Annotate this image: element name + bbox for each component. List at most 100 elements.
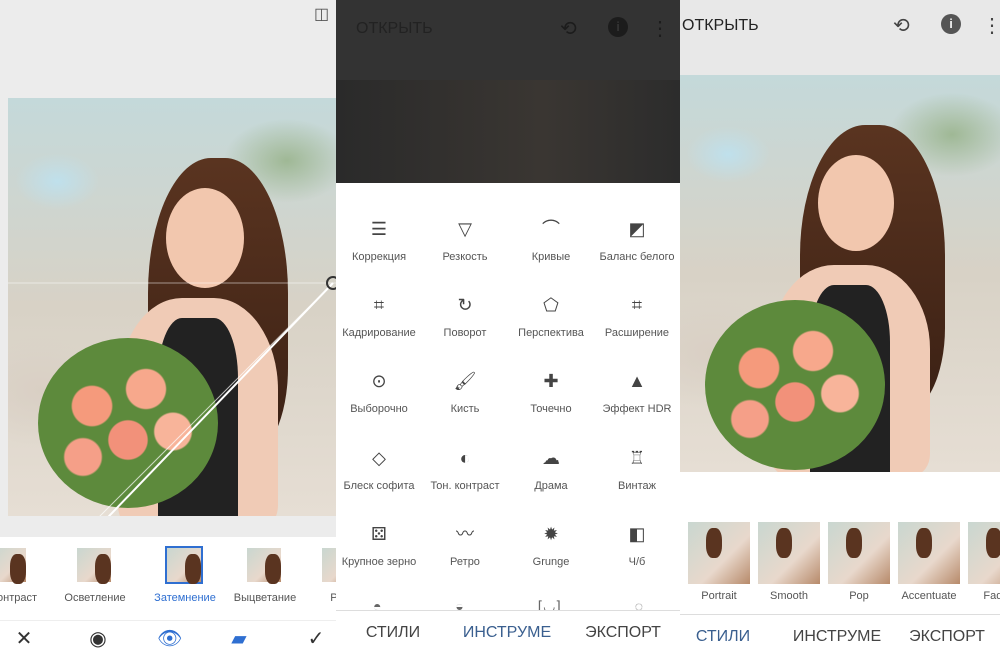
filter-label[interactable]: Затемнение: [145, 592, 225, 604]
white-balance-icon: ◩: [628, 219, 646, 239]
tool-tonal-contrast[interactable]: ◐ Тон. контраст: [422, 446, 508, 493]
style-label[interactable]: Pop: [819, 590, 899, 602]
style-label[interactable]: Accentuate: [889, 590, 969, 602]
tool-label: Ретро: [450, 556, 480, 568]
expand-icon: ⌗: [631, 295, 643, 315]
tool-crop[interactable]: ⌗ Кадрирование: [336, 293, 422, 340]
tool-label: Тон. контраст: [430, 480, 500, 492]
filter-label[interactable]: Выцветание: [225, 592, 305, 604]
tool-label: Винтаж: [618, 480, 656, 492]
filter-label[interactable]: P01: [300, 592, 336, 604]
more-icon[interactable]: ⋮: [982, 13, 1000, 38]
open-button[interactable]: ОТКРЫТЬ: [682, 17, 759, 35]
style-thumbnail[interactable]: [968, 522, 1000, 584]
more-icon[interactable]: ⋮: [650, 16, 670, 41]
styles-icon[interactable]: ▰: [227, 626, 251, 651]
close-icon[interactable]: ✕: [12, 626, 36, 651]
curves-icon: ⌒: [542, 219, 560, 239]
tool-label: Баланс белого: [599, 251, 675, 263]
tool-cloud[interactable]: ☁ Драма: [508, 446, 594, 493]
tool-label: Ч/б: [628, 556, 646, 568]
tool-mountains[interactable]: ▲ Эффект HDR: [594, 369, 680, 416]
grunge-icon: ✹: [543, 524, 559, 544]
photo-preview-dimmed: [336, 80, 680, 183]
style-label[interactable]: Faded: [959, 590, 1000, 602]
tool-label: Расширение: [604, 327, 670, 339]
tool-label: Перспектива: [518, 327, 584, 339]
tool-triangle[interactable]: ▽ Резкость: [422, 217, 508, 264]
tool-label: Резкость: [442, 251, 488, 263]
tool-mustache[interactable]: 〰 Ретро: [422, 522, 508, 569]
diamond-icon: ◇: [372, 448, 386, 468]
style-thumbnail[interactable]: [828, 522, 890, 584]
tab-2[interactable]: ЭКСПОРТ: [568, 624, 678, 642]
tool-perspective[interactable]: ⬠ Перспектива: [508, 293, 594, 340]
tool-tune[interactable]: ☰ Коррекция: [336, 217, 422, 264]
photo-preview: [8, 98, 336, 516]
filter-thumbnail[interactable]: [322, 548, 336, 582]
tool-lamp[interactable]: ♖ Винтаж: [594, 446, 680, 493]
tool-diamond[interactable]: ◇ Блеск софита: [336, 446, 422, 493]
tools-panel: ОТКРЫТЬ ⟲ i ⋮ ☰ Коррекция ▽ Резкость ⌒ Кривые…: [336, 0, 680, 657]
perspective-icon: ⬠: [543, 295, 559, 315]
tab-0[interactable]: СТИЛИ: [680, 628, 778, 646]
grain-icon: ⚄: [371, 524, 387, 544]
layers-undo-icon[interactable]: ⟲: [560, 16, 577, 41]
photo-preview: [680, 75, 1000, 472]
info-icon[interactable]: i: [608, 17, 628, 37]
tool-expand[interactable]: ⌗ Расширение: [594, 293, 680, 340]
tool-bw[interactable]: ◧ Ч/б: [594, 522, 680, 569]
mustache-icon: 〰: [456, 524, 474, 544]
tool-label: Выборочно: [350, 403, 408, 415]
style-thumbnail[interactable]: [898, 522, 960, 584]
tool-grain[interactable]: ⚄ Крупное зерно: [336, 522, 422, 569]
tool-curves[interactable]: ⌒ Кривые: [508, 217, 594, 264]
tonal-contrast-icon: ◐: [459, 448, 471, 468]
filter-label[interactable]: й контраст: [0, 592, 50, 604]
brush-icon: 🖌: [453, 371, 477, 391]
tab-1[interactable]: ИНСТРУМЕ: [452, 624, 562, 642]
tool-label: Эффект HDR: [602, 403, 672, 415]
healing-icon: ✚: [543, 371, 559, 391]
compare-icon[interactable]: ◫: [314, 4, 329, 24]
tab-0[interactable]: СТИЛИ: [338, 624, 448, 642]
tab-1[interactable]: ИНСТРУМЕ: [782, 628, 892, 646]
tone-icon[interactable]: ◉: [86, 626, 110, 651]
tool-white-balance[interactable]: ◩ Баланс белого: [594, 217, 680, 264]
filter-thumbnail[interactable]: [247, 548, 281, 584]
tune-icon: ☰: [370, 219, 388, 239]
style-label[interactable]: Smooth: [749, 590, 829, 602]
filter-thumbnail[interactable]: [0, 548, 26, 584]
filter-label[interactable]: Осветление: [55, 592, 135, 604]
layers-undo-icon[interactable]: ⟲: [893, 13, 910, 38]
filter-thumbnail[interactable]: [165, 546, 203, 584]
tool-label: Кисть: [450, 403, 480, 415]
style-thumbnail[interactable]: [688, 522, 750, 584]
bw-icon: ◧: [628, 524, 646, 544]
check-icon[interactable]: ✓: [304, 626, 328, 651]
tool-label: Поворот: [443, 327, 487, 339]
filter-thumbnail[interactable]: [77, 548, 111, 584]
info-icon[interactable]: i: [941, 14, 961, 34]
cloud-icon: ☁: [542, 448, 560, 468]
style-label[interactable]: Portrait: [680, 590, 759, 602]
curve-overlay[interactable]: [8, 98, 336, 516]
tab-2[interactable]: ЭКСПОРТ: [892, 628, 1000, 646]
styles-panel: ОТКРЫТЬ ⟲ i ⋮ Portrait Smooth Pop Accentuat…: [680, 0, 1000, 657]
crop-icon: ⌗: [373, 295, 385, 315]
tool-selective[interactable]: ⊙ Выборочно: [336, 369, 422, 416]
selective-icon: ⊙: [371, 371, 387, 391]
lamp-icon: ♖: [628, 448, 646, 468]
mountains-icon: ▲: [628, 371, 646, 391]
eye-icon[interactable]: 👁: [157, 626, 182, 651]
open-button[interactable]: ОТКРЫТЬ: [356, 20, 433, 38]
tool-brush[interactable]: 🖌 Кисть: [422, 369, 508, 416]
tool-healing[interactable]: ✚ Точечно: [508, 369, 594, 416]
tool-grunge[interactable]: ✹ Grunge: [508, 522, 594, 569]
style-thumbnail[interactable]: [758, 522, 820, 584]
tool-label: Крупное зерно: [341, 556, 417, 568]
tool-label: Кривые: [531, 251, 571, 263]
tool-rotate[interactable]: ↻ Поворот: [422, 293, 508, 340]
tool-label: Кадрирование: [342, 327, 416, 339]
curves-editor-panel: ◫ й контраст Осветление ЗатемнениеВыцветан…: [0, 0, 336, 657]
